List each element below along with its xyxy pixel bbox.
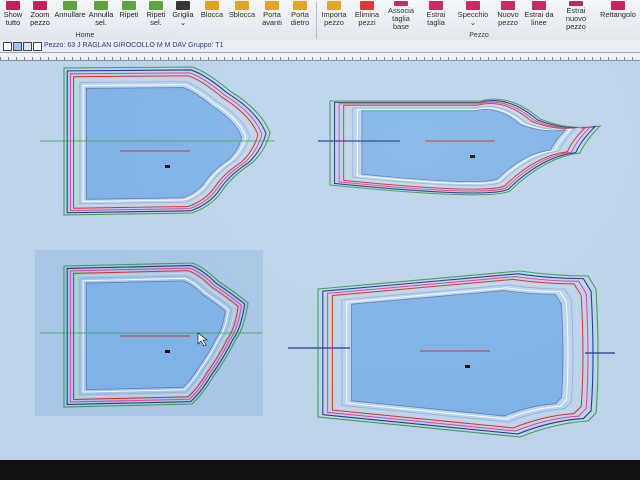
ribbon-button-label: Estrai taglia (426, 10, 446, 27)
ribbon-button-label: Ripeti sel. (146, 10, 166, 27)
zoom-piece-icon (33, 1, 47, 10)
pezzo-delete-pieces-button[interactable]: Elimina pezzi (352, 0, 382, 31)
piece-marker (465, 365, 470, 368)
extract-from-lines-icon (532, 1, 546, 10)
bring-forward-icon (265, 1, 279, 10)
pezzo-mirror-button[interactable]: Specchio ⌄ (457, 0, 489, 31)
ribbon-button-label: Ripeti (119, 10, 139, 19)
home-send-backward-button[interactable]: Porta dietro (287, 0, 313, 31)
piece-info-label: Pezzo: 63 J RAGLAN GIROCOLLO M M DAV Gru… (44, 42, 224, 49)
new-piece-icon (501, 1, 515, 10)
ribbon-button-label: Estrai da linee (524, 10, 554, 27)
home-undo-selection-button[interactable]: Annulla sel. (87, 0, 115, 31)
home-redo-button[interactable]: Ripeti (116, 0, 142, 31)
monitor-bezel (0, 460, 640, 480)
new-document-icon[interactable] (3, 42, 12, 51)
home-show-all-button[interactable]: Show tutto (0, 0, 26, 31)
pezzo-associate-base-size-button[interactable]: Associa taglia base (384, 0, 418, 31)
ribbon-button-label: Annulla sel. (88, 10, 114, 27)
ribbon-button-label: Griglia ⌄ (172, 10, 194, 27)
ribbon-button-label: Show tutto (3, 10, 23, 27)
ribbon-button-label: Porta avanti (262, 10, 282, 27)
undo-selection-icon (94, 1, 108, 10)
home-lock-button[interactable]: Blocca (199, 0, 225, 31)
redo-icon (122, 1, 136, 10)
save-document-icon[interactable] (23, 42, 32, 51)
pezzo-import-piece-button[interactable]: Importa pezzo (319, 0, 349, 31)
home-bring-forward-button[interactable]: Porta avanti (258, 0, 286, 31)
pezzo-extract-new-piece-button[interactable]: Estrai nuovo pezzo (556, 0, 596, 31)
home-zoom-piece-button[interactable]: Zoom pezzo (26, 0, 54, 31)
home-grid-button[interactable]: Griglia ⌄ (169, 0, 197, 31)
pattern-piece-sleeve-top[interactable] (329, 98, 602, 196)
home-redo-selection-button[interactable]: Ripeti sel. (143, 0, 169, 31)
ribbon-button-label: Nuovo pezzo (497, 10, 519, 27)
pezzo-rectangle-button[interactable]: Rettangolo (598, 0, 638, 31)
ribbon-separator (316, 2, 317, 39)
undo-icon (63, 1, 77, 10)
ribbon-group-label-pezzo: Pezzo (469, 32, 489, 39)
rectangle-icon (611, 1, 625, 10)
mirror-icon (466, 1, 480, 10)
application-screen: Home Pezzo Show tutto Zoom pezzo Annullare… (0, 0, 640, 480)
unlock-icon (235, 1, 249, 10)
print-document-icon[interactable] (33, 42, 42, 51)
pezzo-new-piece-button[interactable]: Nuovo pezzo (494, 0, 522, 31)
ribbon-button-label: Zoom pezzo (30, 10, 50, 27)
pattern-canvas[interactable] (0, 61, 640, 461)
ribbon-button-label: Sblocca (228, 10, 256, 19)
piece-marker (165, 165, 170, 168)
send-backward-icon (293, 1, 307, 10)
ribbon-button-label: Importa pezzo (321, 10, 347, 27)
piece-marker (470, 155, 475, 158)
redo-selection-icon (149, 1, 163, 10)
ribbon-toolbar: Home Pezzo Show tutto Zoom pezzo Annullare… (0, 0, 640, 41)
ribbon-button-label: Rettangolo (600, 10, 636, 19)
open-document-icon[interactable] (13, 42, 22, 51)
ribbon-button-label: Elimina pezzi (354, 10, 380, 27)
ribbon-button-label: Associa taglia base (388, 6, 414, 31)
import-piece-icon (327, 1, 341, 10)
ribbon-button-label: Blocca (200, 10, 224, 19)
document-toolbar: Pezzo: 63 J RAGLAN GIROCOLLO M M DAV Gru… (0, 40, 640, 53)
delete-pieces-icon (360, 1, 374, 10)
ribbon-button-label: Annullare (54, 10, 86, 19)
ribbon-button-label: Estrai nuovo pezzo (565, 6, 587, 31)
lock-icon (205, 1, 219, 10)
home-undo-button[interactable]: Annullare (54, 0, 86, 31)
home-unlock-button[interactable]: Sblocca (227, 0, 257, 31)
horizontal-ruler[interactable] (0, 53, 640, 61)
grid-icon (176, 1, 190, 10)
size-grade-outline (351, 290, 564, 417)
pattern-drawing[interactable] (0, 61, 640, 461)
pezzo-extract-size-button[interactable]: Estrai taglia (419, 0, 453, 31)
ribbon-group-label-home: Home (75, 32, 95, 39)
pezzo-extract-from-lines-button[interactable]: Estrai da linee (524, 0, 554, 31)
piece-marker (165, 350, 170, 353)
ribbon-button-label: Porta dietro (290, 10, 310, 27)
extract-size-icon (429, 1, 443, 10)
ribbon-button-label: Specchio ⌄ (457, 10, 489, 27)
show-all-icon (6, 1, 20, 10)
pattern-piece-sleeve-bottom[interactable] (317, 270, 599, 438)
